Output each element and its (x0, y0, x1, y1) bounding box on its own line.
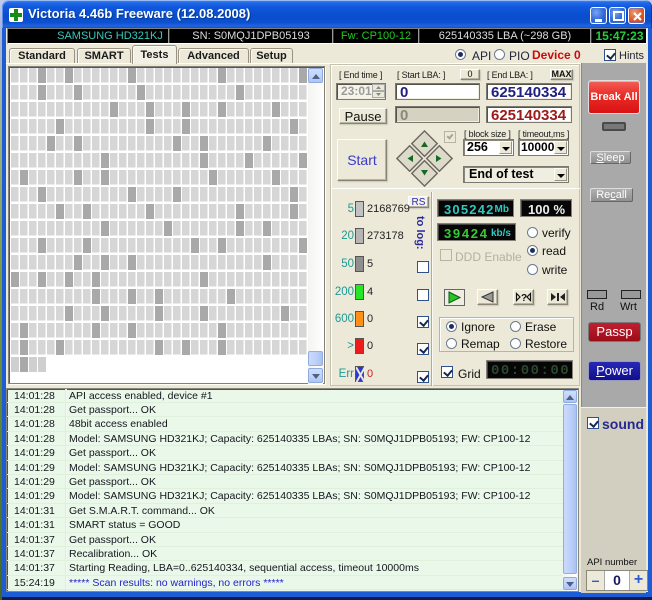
svg-text:?: ? (521, 293, 527, 304)
